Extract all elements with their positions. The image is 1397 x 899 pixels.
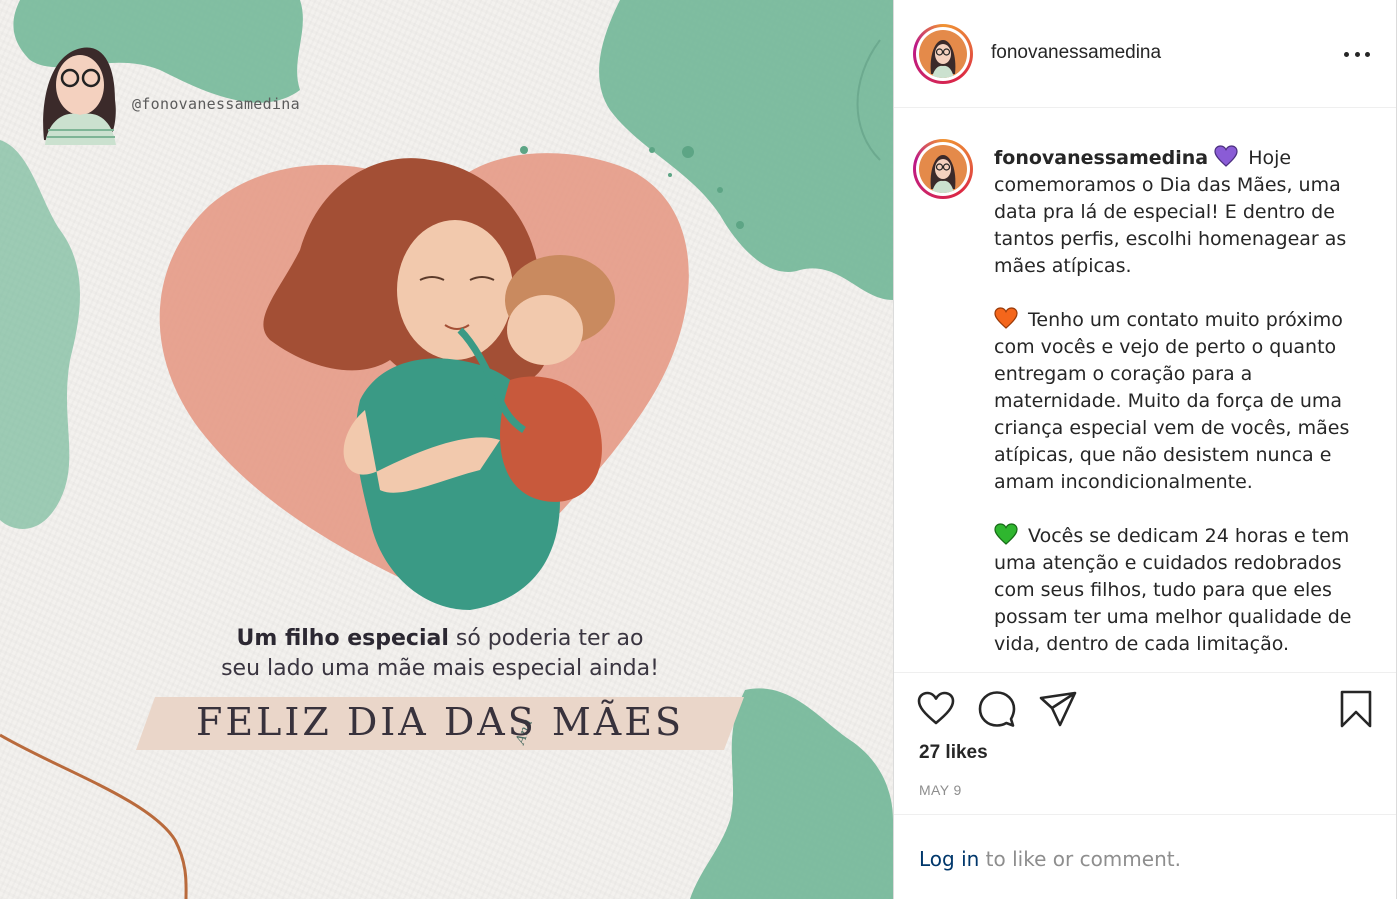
caption-p3-text: Vocês se dedicam 24 horas e tem uma aten… bbox=[994, 525, 1352, 655]
purple-heart-icon bbox=[1214, 145, 1238, 167]
bookmark-icon[interactable] bbox=[1336, 689, 1376, 729]
login-rest-text: to like or comment. bbox=[979, 847, 1181, 871]
comment-icon[interactable] bbox=[977, 689, 1017, 729]
caption-avatar[interactable] bbox=[913, 139, 973, 199]
login-prompt: Log in to like or comment. bbox=[919, 847, 1181, 871]
login-bar: Log in to like or comment. bbox=[894, 814, 1396, 899]
orange-curve bbox=[0, 733, 188, 899]
likes-count[interactable]: 27 likes bbox=[919, 742, 988, 764]
heart-icon[interactable] bbox=[916, 689, 956, 729]
tagline-bold: Um filho especial bbox=[236, 626, 449, 651]
caption-p2-text: Tenho um contato muito próximo com vocês… bbox=[994, 309, 1350, 493]
avatar-illustration-icon bbox=[930, 155, 956, 193]
post-sidebar: fonovanessamedina fonovanessamedina Hoje… bbox=[893, 0, 1397, 899]
illustration: Ana bbox=[0, 0, 893, 899]
action-bar: 27 likes MAY 9 bbox=[894, 672, 1396, 814]
caption-text: fonovanessamedina Hoje comemoramos o Dia… bbox=[994, 145, 1354, 672]
avatar[interactable] bbox=[913, 24, 973, 84]
post-header: fonovanessamedina bbox=[894, 0, 1396, 108]
caption-paragraph-3: Vocês se dedicam 24 horas e tem uma aten… bbox=[994, 523, 1354, 658]
avatar-illustration-icon bbox=[930, 40, 956, 78]
login-link[interactable]: Log in bbox=[919, 847, 979, 871]
watermark-handle: @fonovanessamedina bbox=[132, 95, 300, 113]
header-username[interactable]: fonovanessamedina bbox=[991, 42, 1161, 64]
tagline-line1: Um filho especial só poderia ter ao bbox=[0, 626, 880, 651]
banner-text: FELIZ DIA DAS MÃES bbox=[196, 700, 684, 744]
caption-area[interactable]: fonovanessamedina Hoje comemoramos o Dia… bbox=[894, 109, 1396, 672]
tagline-line2: seu lado uma mãe mais especial ainda! bbox=[221, 656, 659, 681]
orange-heart-icon bbox=[994, 307, 1018, 329]
caption-paragraph-1: fonovanessamedina Hoje comemoramos o Dia… bbox=[994, 145, 1354, 280]
caption-username[interactable]: fonovanessamedina bbox=[994, 147, 1208, 169]
caption-paragraph-2: Tenho um contato muito próximo com vocês… bbox=[994, 307, 1354, 496]
tagline-rest: só poderia ter ao bbox=[448, 626, 644, 651]
green-heart-icon bbox=[994, 523, 1018, 545]
post-date[interactable]: MAY 9 bbox=[919, 782, 962, 798]
post-image[interactable]: Ana @fonovanessamedina Um filho especial… bbox=[0, 0, 893, 899]
more-options-icon[interactable] bbox=[1342, 40, 1372, 68]
share-icon[interactable] bbox=[1038, 689, 1078, 729]
